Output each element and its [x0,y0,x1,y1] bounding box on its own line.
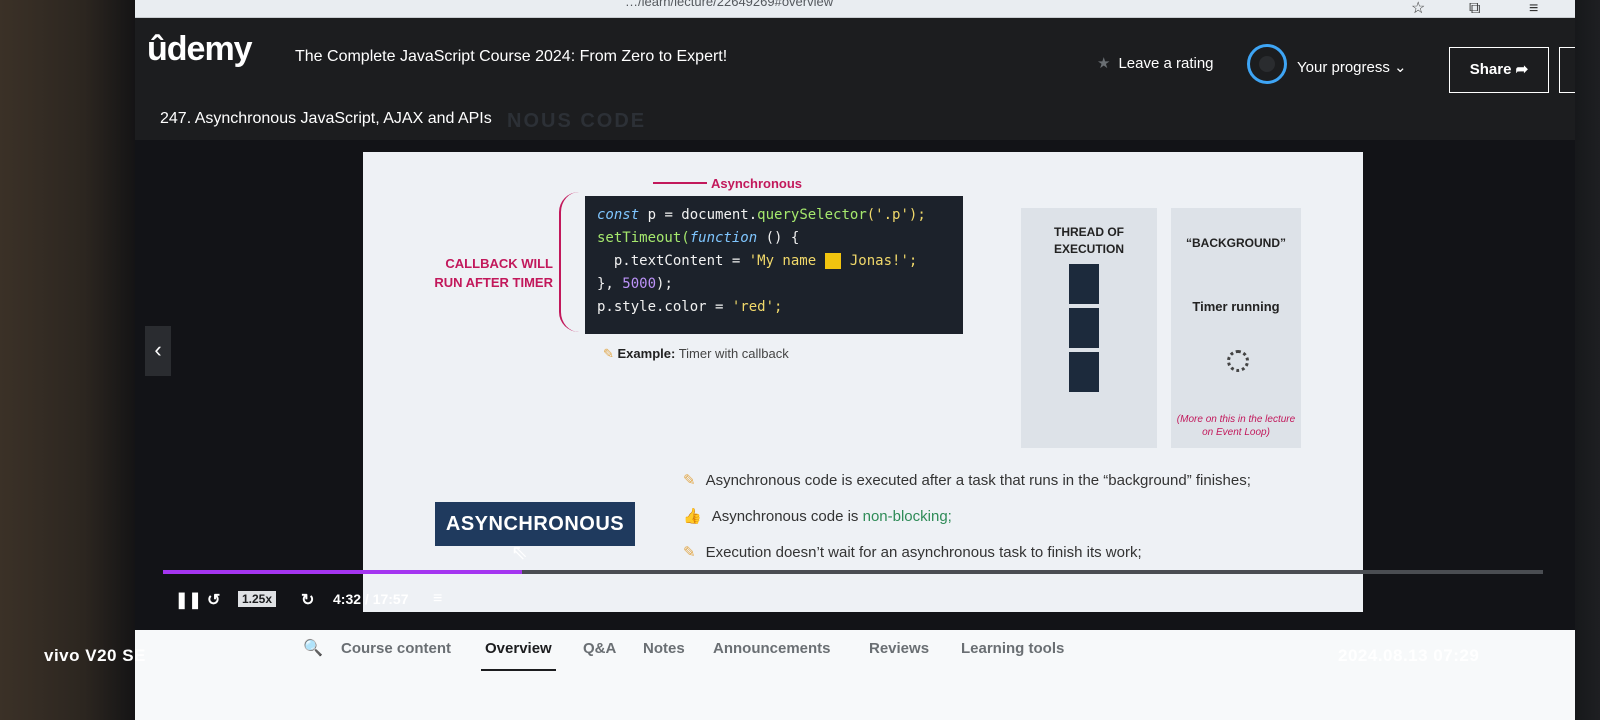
tab-notes[interactable]: Notes [643,640,685,657]
thread-block [1069,352,1099,392]
course-header: ûdemy The Complete JavaScript Course 202… [135,18,1575,100]
thread-of-execution-panel: THREAD OF EXECUTION [1021,208,1157,448]
extensions-icon[interactable]: ⧉ [1469,0,1480,18]
thread-block [1069,264,1099,304]
progress-ring-icon[interactable] [1247,44,1287,84]
bullet-list: ✎ Asynchronous code is executed after a t… [683,466,1251,574]
code-line-2: setTimeout(function () { [597,230,800,246]
menu-icon[interactable]: ≡ [1529,0,1538,18]
pin-icon: ✎ [683,472,696,489]
tab-overview[interactable]: Overview [481,640,556,671]
photo-timestamp: 2024.08.13 07:29 [1338,646,1480,665]
list-item: ✎ Asynchronous code is executed after a t… [683,472,1251,489]
code-line-3: p.textContent = 'My name is Jonas!'; [597,253,918,269]
pin-icon: ✎ [683,544,696,561]
search-icon[interactable]: 🔍 [303,638,323,658]
code-line-1: const p = document.querySelector('.p'); [597,207,926,223]
screen: …/learn/lecture/22649269#overview ☆ ⧉ ≡ … [135,0,1575,720]
example-caption: ✎ Example: Timer with callback [603,346,789,361]
course-title[interactable]: The Complete JavaScript Course 2024: Fro… [295,48,727,66]
progress-fill [163,570,522,574]
course-tabs: 🔍 Course content Overview Q&A Notes Anno… [135,630,1575,720]
share-button[interactable]: Share ➦ [1449,47,1549,93]
tab-learning-tools[interactable]: Learning tools [961,640,1064,657]
background-panel: “BACKGROUND” Timer running (More on this… [1171,208,1301,448]
camera-watermark: vivo V20 SE [44,646,146,665]
callback-label: CALLBACK WILL RUN AFTER TIMER [434,256,553,290]
lecture-title: 247. Asynchronous JavaScript, AJAX and A… [160,110,492,127]
your-progress-button[interactable]: Your progress ⌄ [1297,58,1407,76]
forward-icon[interactable]: ↻ [301,590,314,610]
previous-lecture-button[interactable]: ‹ [145,326,171,376]
chevron-down-icon: ⌄ [1394,59,1407,76]
video-player[interactable]: ‹ Asynchronous CALLBACK WILL RUN AFTER T… [135,140,1575,630]
transcript-icon[interactable]: ≡ [433,590,442,608]
pin-icon: ✎ [603,346,618,361]
async-pointer-line [653,182,707,184]
tab-reviews[interactable]: Reviews [869,640,929,657]
leave-rating-button[interactable]: ★ Leave a rating [1097,54,1214,72]
rewind-icon[interactable]: ↺ [207,590,220,610]
browser-toolbar: …/learn/lecture/22649269#overview ☆ ⧉ ≡ [135,0,1575,18]
code-snippet: const p = document.querySelector('.p'); … [585,196,963,334]
player-controls: ❚❚ ↺ 1.25x ↻ 4:32 / 17:57 ≡ [135,580,1575,620]
progress-scrubber[interactable] [163,570,1543,574]
list-item: ✎ Execution doesn’t wait for an asynchron… [683,544,1142,561]
time-display: 4:32 / 17:57 [333,591,409,607]
udemy-logo[interactable]: ûdemy [147,30,253,69]
address-bar[interactable]: …/learn/lecture/22649269#overview [625,0,833,9]
more-options-button[interactable] [1559,47,1575,93]
tab-announcements[interactable]: Announcements [713,640,831,657]
code-line-4: }, 5000); [597,276,673,292]
tab-qa[interactable]: Q&A [583,640,616,657]
photo-bezel-left [0,0,140,720]
event-loop-note: (More on this in the lecture on Event Lo… [1176,414,1296,438]
asynchronous-banner: ASYNCHRONOUS [435,502,635,546]
background-label: “BACKGROUND” [1186,236,1286,250]
playback-speed-button[interactable]: 1.25x [238,591,277,607]
callback-bracket [559,192,579,332]
thumb-icon: 👍 [683,508,702,525]
tab-course-content[interactable]: Course content [341,640,451,657]
pause-icon[interactable]: ❚❚ [175,590,202,610]
star-icon[interactable]: ☆ [1411,0,1425,18]
thread-label: THREAD OF EXECUTION [1053,225,1124,256]
code-line-5: p.style.color = 'red'; [597,299,783,315]
thread-block [1069,308,1099,348]
ghost-heading: NOUS CODE [507,110,647,132]
star-icon: ★ [1097,55,1111,72]
mouse-cursor-icon: ⇖ [511,542,528,564]
timer-label: Timer running [1192,299,1280,314]
spinner-icon [1227,350,1249,372]
list-item: 👍 Asynchronous code is non-blocking; [683,508,952,525]
share-arrow-icon: ➦ [1515,61,1529,78]
async-label: Asynchronous [711,176,803,191]
